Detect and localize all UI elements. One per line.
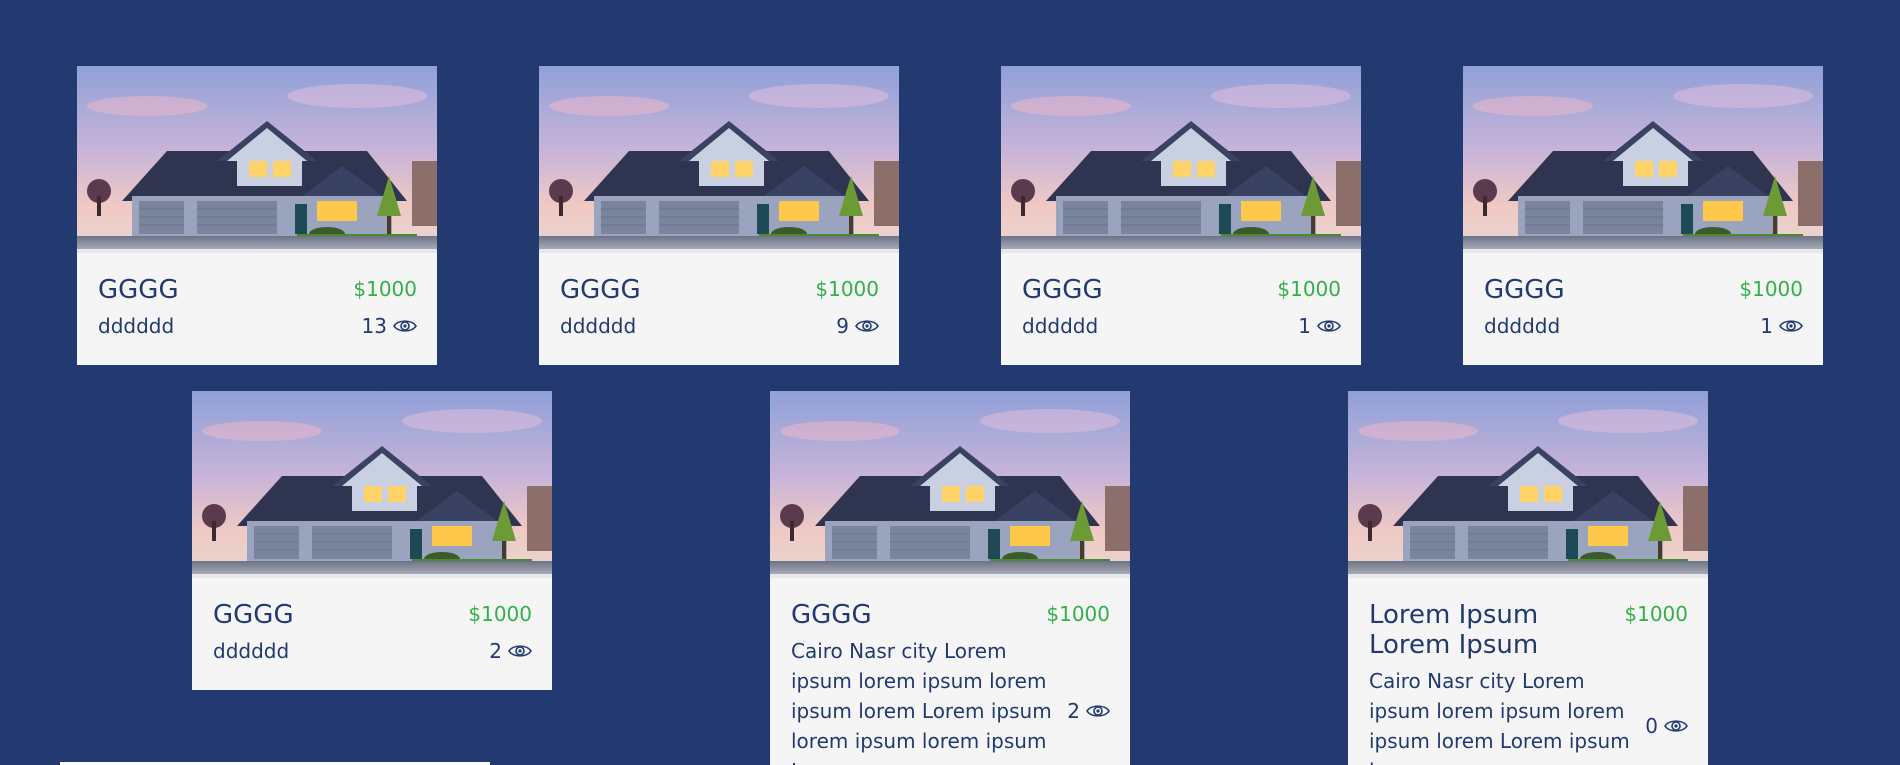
property-title: GGGG — [98, 275, 179, 305]
property-card[interactable]: GGGG $1000 Cairo Nasr city Lorem ipsum l… — [770, 391, 1130, 765]
eye-icon — [393, 318, 417, 334]
property-card[interactable]: Lorem Ipsum Lorem Ipsum $1000 Cairo Nasr… — [1348, 391, 1708, 765]
views-count: 2 — [489, 639, 532, 663]
views-count: 1 — [1298, 314, 1341, 338]
views-number: 1 — [1298, 314, 1311, 338]
house-photo — [192, 391, 552, 578]
property-price: $1000 — [468, 602, 532, 626]
views-count: 0 — [1645, 714, 1688, 738]
eye-icon — [508, 643, 532, 659]
views-number: 1 — [1760, 314, 1773, 338]
eye-icon — [1086, 703, 1110, 719]
property-title: Lorem Ipsum Lorem Ipsum — [1369, 600, 1539, 660]
house-photo — [1463, 66, 1823, 253]
property-price: $1000 — [815, 277, 879, 301]
property-description: dddddd — [1484, 314, 1561, 338]
views-number: 0 — [1645, 714, 1658, 738]
property-title: GGGG — [791, 600, 872, 630]
house-photo — [77, 66, 437, 253]
house-photo — [539, 66, 899, 253]
views-count: 1 — [1760, 314, 1803, 338]
property-card[interactable]: GGGG $1000 dddddd 1 — [1001, 66, 1361, 365]
views-count: 9 — [836, 314, 879, 338]
property-title: GGGG — [560, 275, 641, 305]
views-count: 2 — [1067, 699, 1110, 723]
property-price: $1000 — [353, 277, 417, 301]
property-description: Cairo Nasr city Lorem ipsum lorem ipsum … — [1369, 669, 1630, 765]
house-photo — [1348, 391, 1708, 578]
property-title: GGGG — [1484, 275, 1565, 305]
views-number: 9 — [836, 314, 849, 338]
views-number: 13 — [361, 314, 387, 338]
eye-icon — [1317, 318, 1341, 334]
house-photo — [770, 391, 1130, 578]
property-description: dddddd — [560, 314, 637, 338]
property-price: $1000 — [1046, 602, 1110, 626]
property-price: $1000 — [1739, 277, 1803, 301]
property-description: Cairo Nasr city Lorem ipsum lorem ipsum … — [791, 639, 1052, 765]
eye-icon — [1664, 718, 1688, 734]
property-description: dddddd — [213, 639, 290, 663]
property-card[interactable]: GGGG $1000 dddddd 1 — [1463, 66, 1823, 365]
eye-icon — [1779, 318, 1803, 334]
views-number: 2 — [489, 639, 502, 663]
house-photo — [1001, 66, 1361, 253]
views-number: 2 — [1067, 699, 1080, 723]
property-card[interactable]: GGGG $1000 dddddd 2 — [192, 391, 552, 690]
property-title: GGGG — [1022, 275, 1103, 305]
views-count: 13 — [362, 314, 417, 338]
property-card[interactable]: GGGG $1000 dddddd 13 — [77, 66, 437, 365]
property-title: GGGG — [213, 600, 294, 630]
property-price: $1000 — [1624, 602, 1688, 626]
eye-icon — [855, 318, 879, 334]
property-card[interactable]: GGGG $1000 dddddd 9 — [539, 66, 899, 365]
property-description: dddddd — [1022, 314, 1099, 338]
property-price: $1000 — [1277, 277, 1341, 301]
property-description: dddddd — [98, 314, 175, 338]
